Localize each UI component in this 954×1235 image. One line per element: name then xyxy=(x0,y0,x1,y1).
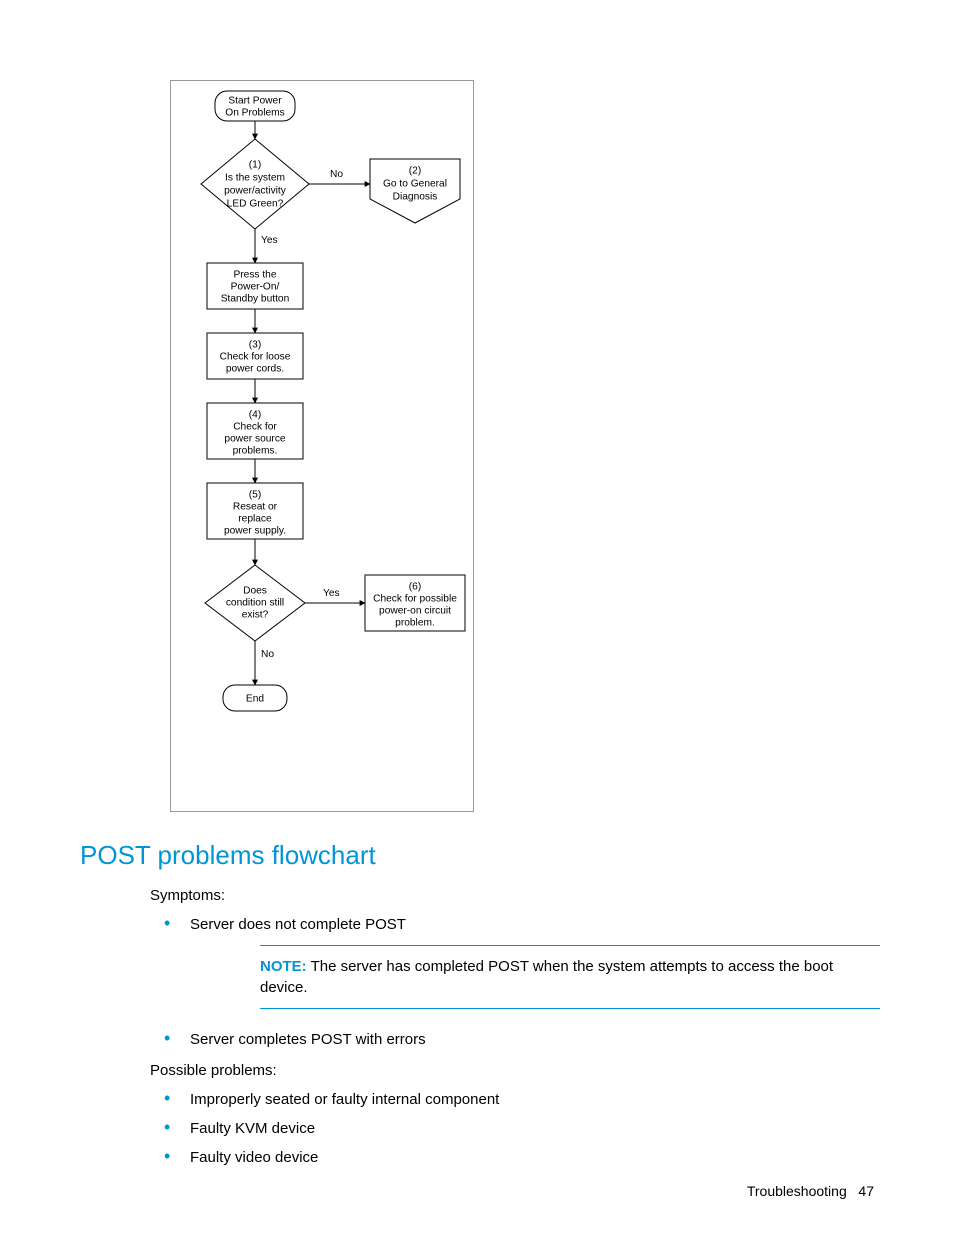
flowchart-svg: Start Power On Problems (1) Is the syste… xyxy=(175,85,469,807)
list-item: Server completes POST with errors xyxy=(150,1029,880,1050)
svg-text:replace: replace xyxy=(238,514,272,525)
svg-text:Check for possible: Check for possible xyxy=(373,594,457,605)
label-no-2: No xyxy=(261,649,274,660)
svg-text:LED Green?: LED Green? xyxy=(227,199,284,210)
svg-text:Is the system: Is the system xyxy=(225,173,285,184)
svg-text:problems.: problems. xyxy=(233,446,278,457)
flowchart-figure: Start Power On Problems (1) Is the syste… xyxy=(170,80,474,812)
footer-section: Troubleshooting xyxy=(747,1183,847,1199)
node-press: Press the Power-On/ Standby button xyxy=(207,263,303,309)
node-start: Start Power On Problems xyxy=(215,91,295,121)
symptoms-label: Symptoms: xyxy=(150,885,880,906)
svg-text:Standby button: Standby button xyxy=(221,294,290,305)
svg-text:Reseat or: Reseat or xyxy=(233,502,278,513)
note-text: The server has completed POST when the s… xyxy=(260,958,833,996)
svg-text:(1): (1) xyxy=(249,160,261,171)
label-yes-1: Yes xyxy=(261,235,278,246)
svg-text:(5): (5) xyxy=(249,490,261,501)
symptoms-list: Server does not complete POST NOTE: The … xyxy=(150,914,880,1050)
possible-problems-label: Possible problems: xyxy=(150,1060,880,1081)
svg-text:power source: power source xyxy=(224,434,285,445)
node-proc-6: (6) Check for possible power-on circuit … xyxy=(365,575,465,631)
svg-text:condition still: condition still xyxy=(226,598,284,609)
svg-text:Power-On/: Power-On/ xyxy=(231,282,280,293)
start-text-1: Start Power xyxy=(228,96,282,107)
note-label: NOTE: xyxy=(260,958,307,975)
list-item: Faulty video device xyxy=(150,1147,880,1168)
svg-text:(2): (2) xyxy=(409,166,421,177)
svg-text:(6): (6) xyxy=(409,582,421,593)
list-item: Improperly seated or faulty internal com… xyxy=(150,1089,880,1110)
svg-text:(4): (4) xyxy=(249,410,261,421)
possible-problems-list: Improperly seated or faulty internal com… xyxy=(150,1089,880,1168)
svg-text:Go to General: Go to General xyxy=(383,179,447,190)
svg-text:power-on circuit: power-on circuit xyxy=(379,606,451,617)
body-content: Symptoms: Server does not complete POST … xyxy=(150,885,880,1168)
node-decision-2: Does condition still exist? xyxy=(205,565,305,641)
page-footer: Troubleshooting 47 xyxy=(747,1183,874,1199)
list-item: Server does not complete POST NOTE: The … xyxy=(150,914,880,1009)
svg-text:Check for: Check for xyxy=(233,422,277,433)
node-offpage-2: (2) Go to General Diagnosis xyxy=(370,159,460,223)
symptom-1: Server does not complete POST xyxy=(190,916,406,933)
svg-text:Diagnosis: Diagnosis xyxy=(393,192,438,203)
node-proc-3: (3) Check for loose power cords. xyxy=(207,333,303,379)
footer-page: 47 xyxy=(858,1183,874,1199)
svg-text:End: End xyxy=(246,694,264,705)
node-proc-5: (5) Reseat or replace power supply. xyxy=(207,483,303,539)
note-box: NOTE: The server has completed POST when… xyxy=(260,945,880,1009)
svg-text:power/activity: power/activity xyxy=(224,186,287,197)
svg-text:power supply.: power supply. xyxy=(224,526,286,537)
label-yes-2: Yes xyxy=(323,588,340,599)
start-text-2: On Problems xyxy=(225,108,284,119)
label-no-1: No xyxy=(330,169,343,180)
section-heading: POST problems flowchart xyxy=(80,840,874,871)
symptom-2: Server completes POST with errors xyxy=(190,1031,426,1048)
svg-text:Does: Does xyxy=(243,586,267,597)
svg-text:Check for loose: Check for loose xyxy=(220,352,291,363)
svg-text:problem.: problem. xyxy=(395,618,435,629)
svg-text:Press the: Press the xyxy=(233,270,276,281)
page: Start Power On Problems (1) Is the syste… xyxy=(0,0,954,1235)
node-decision-1: (1) Is the system power/activity LED Gre… xyxy=(201,139,309,229)
node-proc-4: (4) Check for power source problems. xyxy=(207,403,303,459)
svg-text:power cords.: power cords. xyxy=(226,364,284,375)
svg-text:exist?: exist? xyxy=(242,610,269,621)
list-item: Faulty KVM device xyxy=(150,1118,880,1139)
svg-text:(3): (3) xyxy=(249,340,261,351)
node-end: End xyxy=(223,685,287,711)
